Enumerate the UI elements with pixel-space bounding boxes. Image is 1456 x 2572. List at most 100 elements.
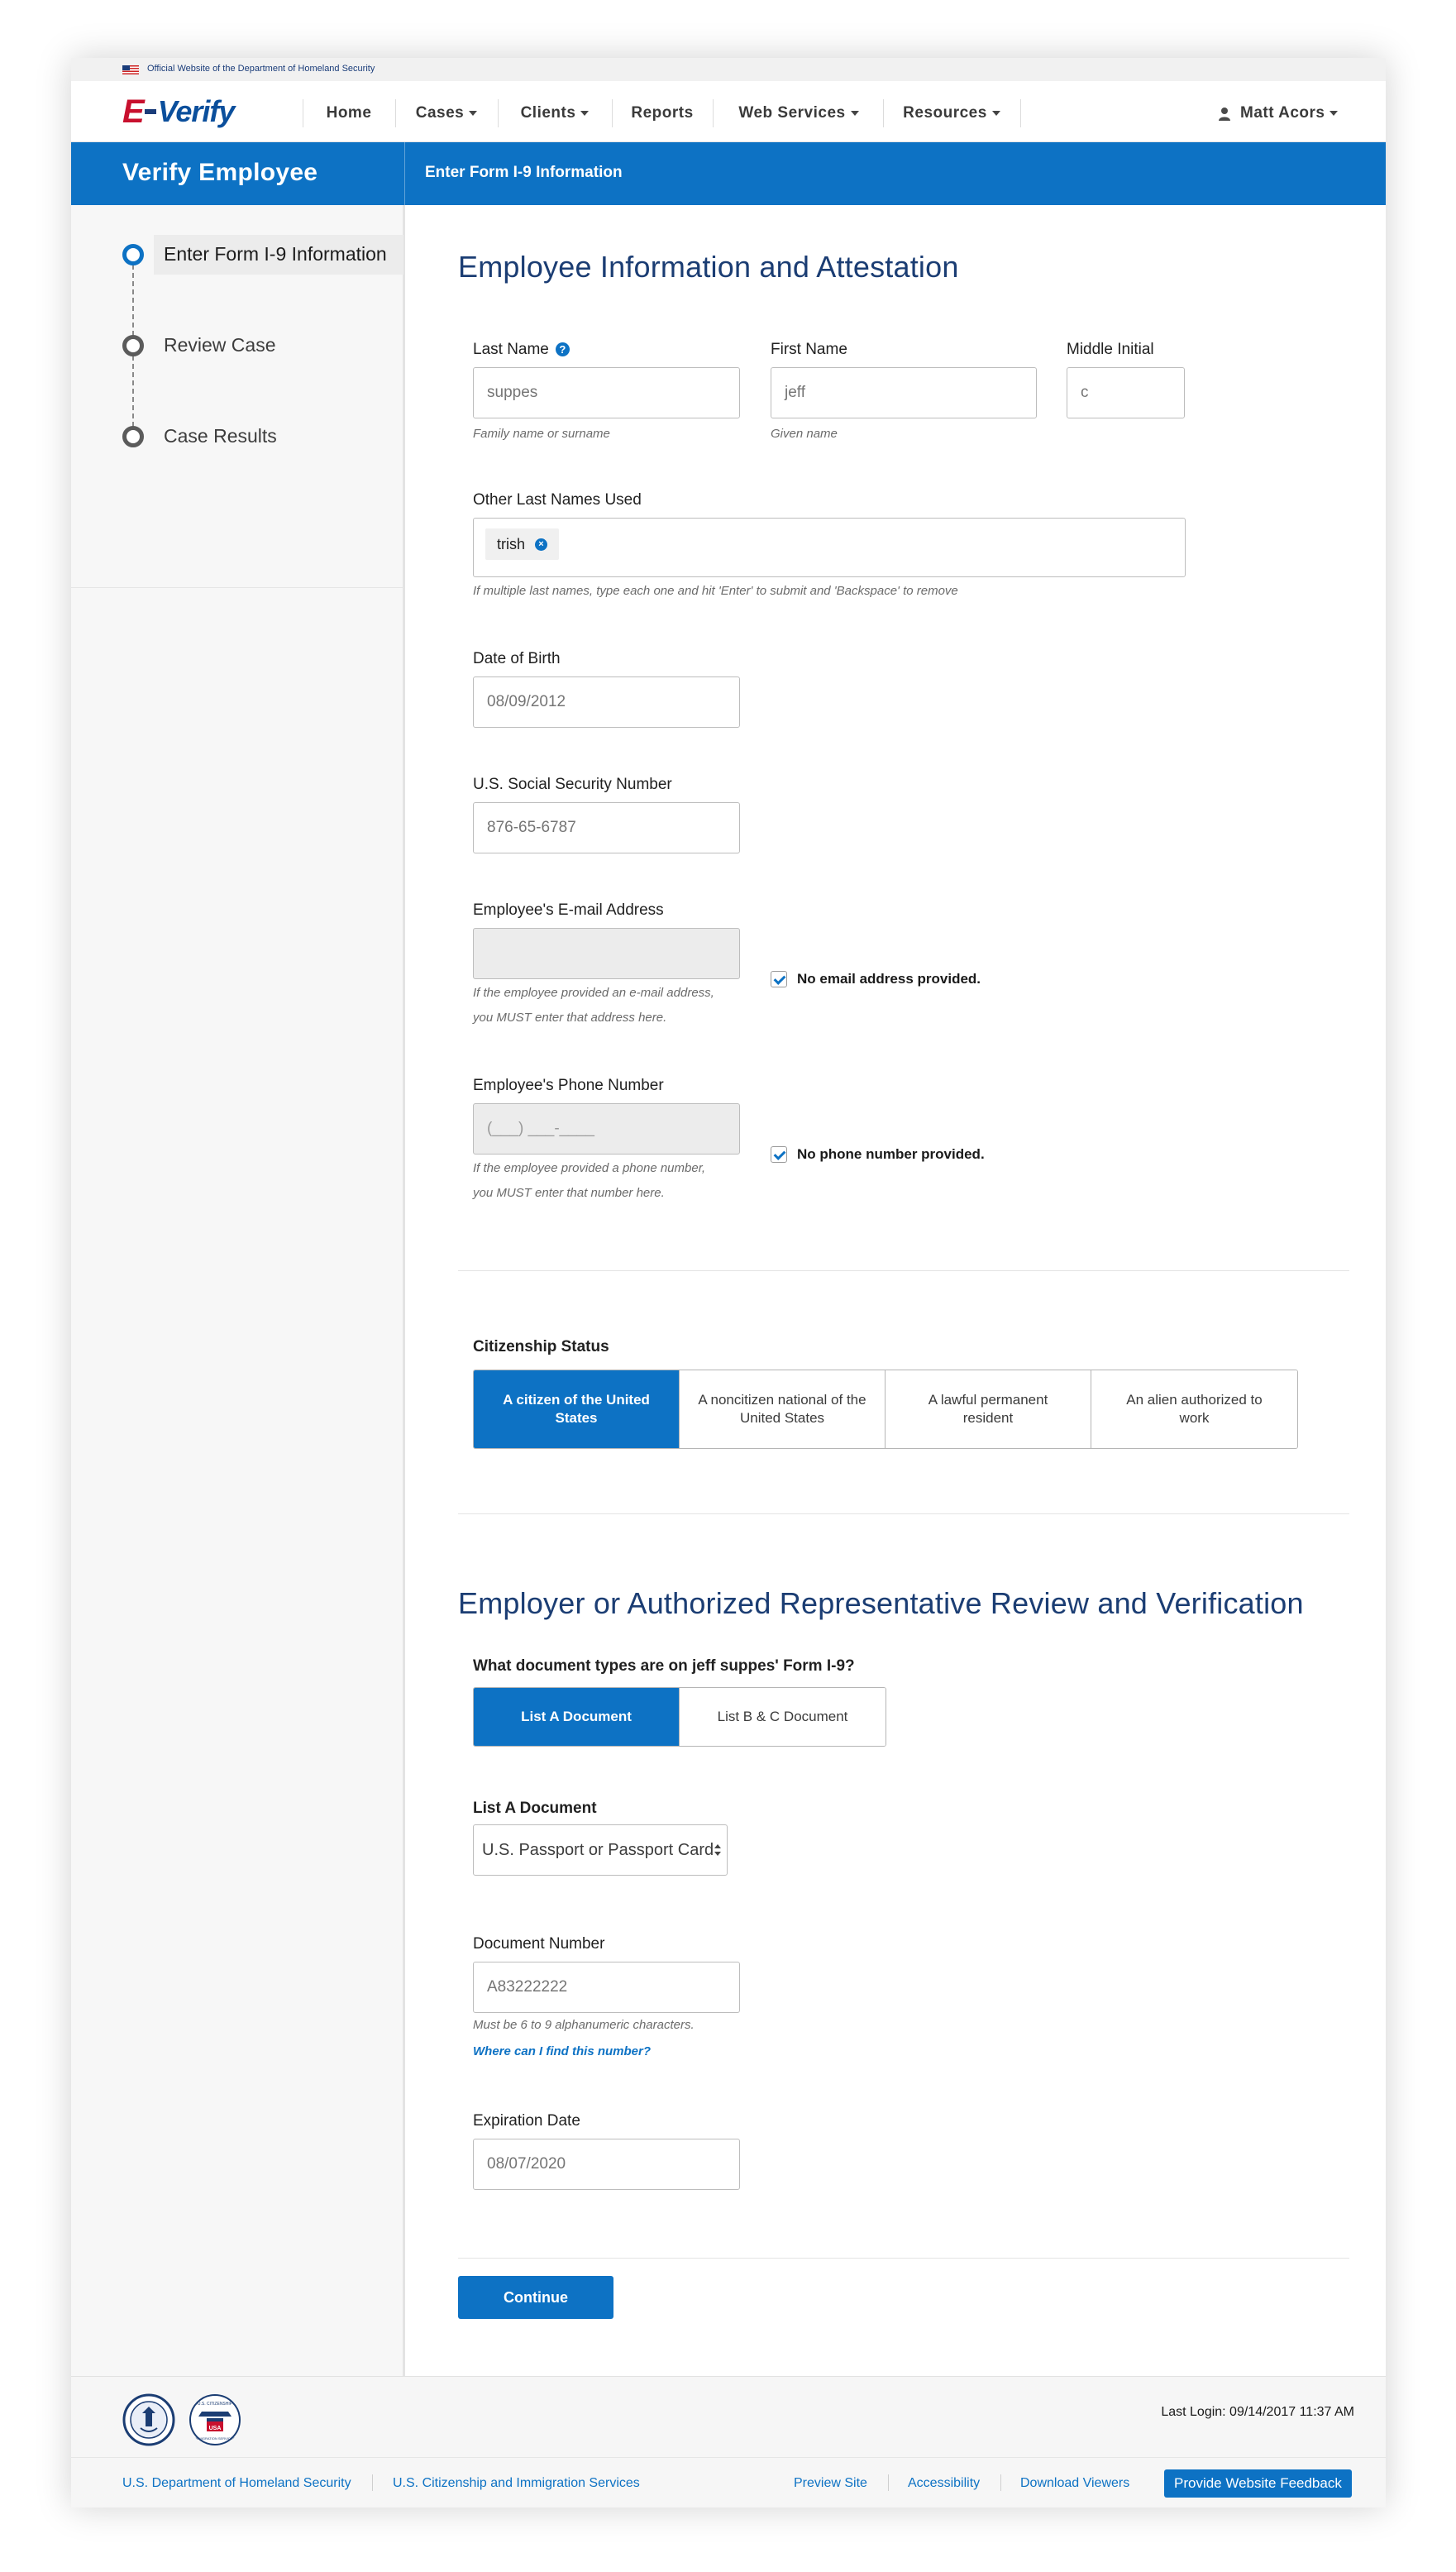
last-login: Last Login: 09/14/2017 11:37 AM — [1161, 2405, 1354, 2419]
section-divider — [458, 2258, 1349, 2259]
footer-links: U.S. Department of Homeland Security U.S… — [71, 2457, 1386, 2507]
user-icon — [1219, 108, 1230, 121]
phone-hint-1: If the employee provided a phone number, — [473, 1161, 706, 1175]
first-name-label: First Name — [771, 341, 847, 358]
expiration-input[interactable]: 08/07/2020 — [473, 2139, 740, 2190]
gov-banner: Official Website of the Department of Ho… — [71, 58, 1386, 81]
nav-clients[interactable]: Clients — [508, 101, 602, 126]
logo-verify: Verify — [157, 94, 236, 128]
select-arrows-icon — [714, 1844, 721, 1856]
user-menu[interactable]: Matt Acors — [1240, 101, 1356, 126]
no-phone-checkbox[interactable] — [771, 1146, 787, 1163]
phone-hint-2: you MUST enter that number here. — [473, 1186, 665, 1200]
doc-number-input[interactable]: A83222222 — [473, 1962, 740, 2013]
other-last-names-label: Other Last Names Used — [473, 491, 642, 509]
doc-type-list-a[interactable]: List A Document — [474, 1688, 680, 1746]
step-label: Enter Form I-9 Information — [164, 243, 387, 265]
citizenship-option-noncitizen-national[interactable]: A noncitizen national of the United Stat… — [680, 1370, 886, 1448]
doc-question: What document types are on jeff suppes' … — [473, 1657, 855, 1675]
footer-separator — [372, 2474, 373, 2491]
uscis-seal-bottom-text: IMMIGRATION SERVICES — [195, 2436, 235, 2441]
footer-top: USA U.S. CITIZENSHIP IMMIGRATION SERVICE… — [71, 2376, 1386, 2457]
footer-link-preview[interactable]: Preview Site — [794, 2476, 867, 2491]
citizenship-label: Citizenship Status — [473, 1338, 609, 1355]
dob-label: Date of Birth — [473, 650, 561, 667]
footer-separator — [1000, 2474, 1001, 2491]
last-name-hint: Family name or surname — [473, 427, 610, 441]
nav-home[interactable]: Home — [314, 101, 384, 126]
email-hint-2: you MUST enter that address here. — [473, 1011, 667, 1025]
citizenship-option-permanent-resident[interactable]: A lawful permanent resident — [886, 1370, 1091, 1448]
step-label: Case Results — [164, 425, 277, 447]
us-flag-icon — [122, 65, 139, 74]
middle-initial-label: Middle Initial — [1067, 341, 1154, 358]
footer-link-download-viewers[interactable]: Download Viewers — [1020, 2476, 1129, 2491]
last-name-label: Last Name? — [473, 341, 570, 359]
name-chip: trish × — [485, 528, 560, 560]
no-phone-label[interactable]: No phone number provided. — [797, 1146, 985, 1163]
expiration-label: Expiration Date — [473, 2112, 580, 2130]
email-input[interactable] — [473, 928, 740, 979]
logo-e: E — [122, 93, 145, 130]
page-frame: Official Website of the Department of Ho… — [71, 58, 1386, 2507]
sidebar: Enter Form I-9 Information Review Case C… — [71, 205, 405, 2376]
chip-label: trish — [497, 536, 526, 552]
everify-logo[interactable]: E Verify — [122, 93, 236, 131]
section-title-employee: Employee Information and Attestation — [458, 250, 959, 284]
doc-type-list-bc[interactable]: List B & C Document — [680, 1688, 886, 1746]
doc-number-help-link[interactable]: Where can I find this number? — [473, 2044, 651, 2058]
section-divider — [458, 1513, 1349, 1514]
last-name-input[interactable]: suppes — [473, 367, 740, 418]
step-case-results[interactable]: Case Results — [122, 417, 403, 453]
nav-cases[interactable]: Cases — [405, 101, 488, 126]
footer-link-dhs[interactable]: U.S. Department of Homeland Security — [122, 2476, 351, 2491]
logo-dash — [144, 109, 156, 114]
phone-label: Employee's Phone Number — [473, 1077, 664, 1094]
phone-input[interactable]: (___) ___-____ — [473, 1103, 740, 1155]
main-content: Employee Information and Attestation Las… — [405, 205, 1386, 2376]
chevron-down-icon — [580, 110, 590, 116]
step-circle-icon — [122, 426, 144, 447]
email-label: Employee's E-mail Address — [473, 901, 664, 919]
nav-separator — [395, 99, 396, 127]
other-last-names-input[interactable]: trish × — [473, 518, 1186, 577]
footer-link-uscis[interactable]: U.S. Citizenship and Immigration Service… — [393, 2476, 640, 2491]
middle-initial-input[interactable]: c — [1067, 367, 1185, 418]
chevron-down-icon — [469, 110, 478, 116]
dob-input[interactable]: 08/09/2012 — [473, 676, 740, 728]
nav-web-services[interactable]: Web Services — [724, 101, 873, 126]
no-email-checkbox[interactable] — [771, 971, 787, 987]
section-title-employer: Employer or Authorized Representative Re… — [458, 1586, 1304, 1620]
step-circle-active-icon — [122, 244, 144, 265]
doc-number-hint: Must be 6 to 9 alphanumeric characters. — [473, 2018, 695, 2032]
feedback-button[interactable]: Provide Website Feedback — [1164, 2469, 1352, 2498]
help-icon[interactable]: ? — [555, 342, 570, 356]
continue-button[interactable]: Continue — [458, 2276, 613, 2319]
list-a-selected-value: U.S. Passport or Passport Card — [482, 1841, 714, 1859]
citizenship-option-alien-authorized[interactable]: An alien authorized to work — [1091, 1370, 1297, 1448]
uscis-seal-text: USA — [209, 2426, 222, 2431]
uscis-seal-top-text: U.S. CITIZENSHIP — [198, 2402, 233, 2407]
nav-resources[interactable]: Resources — [893, 101, 1010, 126]
citizenship-option-citizen[interactable]: A citizen of the United States — [474, 1370, 680, 1448]
step-circle-icon — [122, 335, 144, 356]
remove-chip-icon[interactable]: × — [535, 538, 548, 551]
list-a-label: List A Document — [473, 1800, 597, 1817]
gov-banner-text: Official Website of the Department of Ho… — [147, 64, 375, 74]
nav-separator — [1020, 99, 1021, 127]
uscis-seal-icon: USA U.S. CITIZENSHIP IMMIGRATION SERVICE… — [189, 2394, 241, 2445]
other-last-names-hint: If multiple last names, type each one an… — [473, 584, 958, 598]
chevron-down-icon — [850, 110, 859, 116]
nav-reports[interactable]: Reports — [622, 101, 703, 126]
first-name-input[interactable]: jeff — [771, 367, 1037, 418]
citizenship-options: A citizen of the United States A nonciti… — [473, 1370, 1298, 1449]
chevron-down-icon — [1329, 110, 1339, 116]
step-review-case[interactable]: Review Case — [122, 326, 403, 362]
title-divider — [404, 142, 405, 205]
list-a-select[interactable]: U.S. Passport or Passport Card — [473, 1824, 728, 1876]
step-enter-form[interactable]: Enter Form I-9 Information — [122, 235, 403, 275]
no-email-label[interactable]: No email address provided. — [797, 971, 981, 987]
dhs-seal-icon — [122, 2393, 175, 2446]
ssn-input[interactable]: 876-65-6787 — [473, 802, 740, 853]
footer-link-accessibility[interactable]: Accessibility — [908, 2476, 980, 2491]
